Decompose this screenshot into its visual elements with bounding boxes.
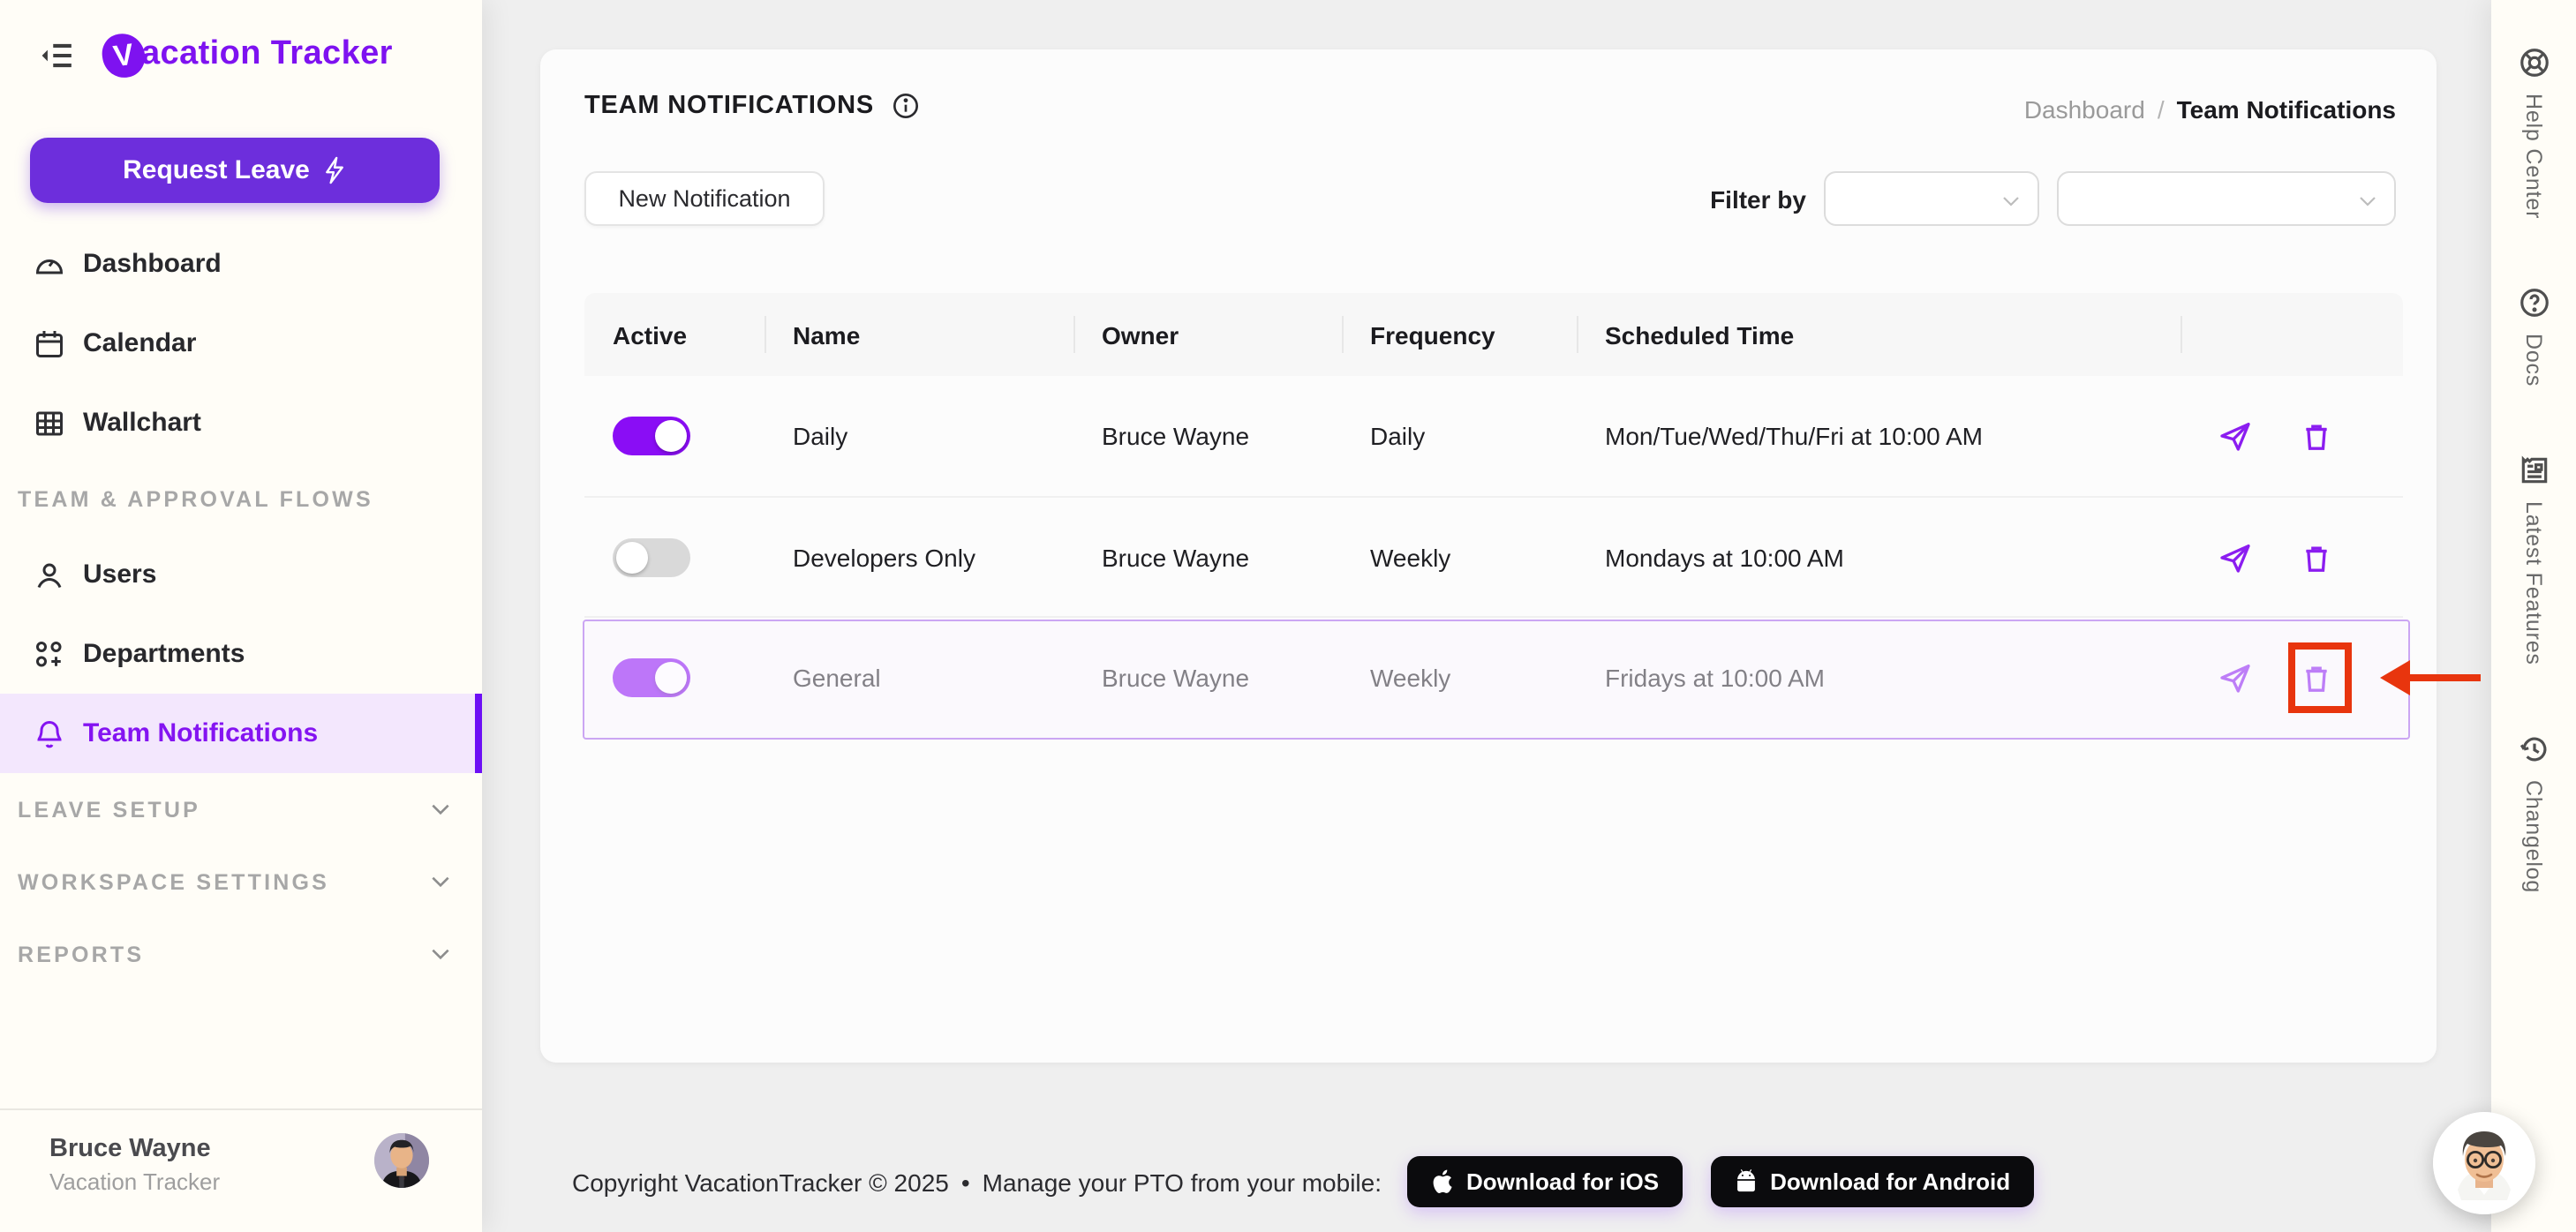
mobile-prompt-text: Manage your PTO from your mobile: [982, 1168, 1382, 1196]
col-frequency: Frequency [1342, 293, 1577, 376]
send-now-button[interactable] [2218, 418, 2253, 454]
departments-org-icon [34, 638, 65, 670]
breadcrumb: Dashboard / Team Notifications [2024, 95, 2396, 124]
grid-table-icon [34, 407, 65, 439]
apple-icon [1432, 1169, 1451, 1193]
cell-owner: Bruce Wayne [1102, 543, 1250, 571]
app-root: V acation Tracker Request Leave Dashboar… [0, 0, 2576, 1232]
cell-name: Developers Only [793, 543, 975, 571]
sidebar-nav: Dashboard Calendar Wallchart TEAM & APPR… [0, 224, 482, 990]
chevron-down-icon [429, 943, 452, 965]
docs-link[interactable]: Docs [2517, 286, 2550, 387]
bell-icon [34, 717, 65, 749]
sidebar-user-card[interactable]: Bruce Wayne Vacation Tracker [0, 1108, 482, 1232]
filter-row: Filter by [1710, 171, 2396, 226]
cell-name: Daily [793, 422, 848, 450]
breadcrumb-dashboard[interactable]: Dashboard [2024, 95, 2145, 124]
sidebar-item-team-notifications[interactable]: Team Notifications [0, 694, 482, 773]
delete-button[interactable] [2299, 418, 2334, 454]
table-row-general: General Bruce Wayne Weekly Fridays at 10… [584, 616, 2403, 736]
col-actions [2181, 293, 2403, 376]
question-circle-icon [2517, 286, 2550, 319]
collapse-menu-icon[interactable] [41, 38, 74, 71]
cell-owner: Bruce Wayne [1102, 663, 1250, 691]
newspaper-icon [2517, 454, 2550, 487]
send-now-button[interactable] [2218, 539, 2253, 575]
send-now-button[interactable] [2218, 659, 2253, 695]
sidebar-item-wallchart[interactable]: Wallchart [0, 383, 482, 462]
filter-by-label: Filter by [1710, 184, 1806, 213]
table-body: Daily Bruce Wayne Daily Mon/Tue/Wed/Thu/… [584, 376, 2403, 736]
cell-scheduled: Mon/Tue/Wed/Thu/Fri at 10:00 AM [1605, 422, 1983, 450]
cell-owner: Bruce Wayne [1102, 422, 1250, 450]
sidebar-item-users[interactable]: Users [0, 535, 482, 614]
sidebar-item-calendar[interactable]: Calendar [0, 304, 482, 383]
latest-features-link[interactable]: Latest Features [2517, 454, 2550, 665]
copyright-text: Copyright VacationTracker © 2025 [572, 1168, 949, 1196]
download-ios-button[interactable]: Download for iOS [1406, 1156, 1683, 1207]
col-active: Active [613, 320, 688, 349]
cell-frequency: Weekly [1370, 543, 1451, 571]
footer: Copyright VacationTracker © 2025 • Manag… [540, 1156, 2437, 1207]
lifebuoy-icon [2517, 46, 2550, 79]
support-avatar-face [2433, 1112, 2535, 1214]
request-leave-label: Request Leave [123, 155, 310, 185]
cell-scheduled: Mondays at 10:00 AM [1605, 543, 1844, 571]
sidebar: V acation Tracker Request Leave Dashboar… [0, 0, 482, 1232]
sidebar-top: V acation Tracker [0, 0, 482, 109]
help-center-link[interactable]: Help Center [2517, 46, 2550, 219]
delete-button[interactable] [2299, 539, 2334, 575]
calendar-icon [34, 327, 65, 359]
cell-name: General [793, 663, 881, 691]
sidebar-item-departments[interactable]: Departments [0, 614, 482, 694]
chevron-down-icon [429, 798, 452, 821]
android-icon [1736, 1169, 1755, 1192]
info-icon[interactable] [892, 92, 920, 120]
user-icon [34, 559, 65, 590]
active-toggle[interactable] [613, 657, 690, 696]
delete-button[interactable] [2299, 659, 2334, 695]
table-row-developers-only: Developers Only Bruce Wayne Weekly Monda… [584, 496, 2403, 616]
dashboard-gauge-icon [34, 248, 65, 280]
bullet-separator: • [960, 1168, 970, 1196]
active-toggle[interactable] [613, 417, 690, 455]
request-leave-button[interactable]: Request Leave [30, 138, 440, 203]
cell-frequency: Daily [1370, 422, 1426, 450]
cell-scheduled: Fridays at 10:00 AM [1605, 663, 1826, 691]
breadcrumb-current: Team Notifications [2176, 95, 2396, 124]
page-title: TEAM NOTIFICATIONS [584, 92, 875, 120]
col-name: Name [765, 293, 1073, 376]
section-team-approval-flows: TEAM & APPROVAL FLOWS [18, 486, 373, 511]
section-workspace-settings[interactable]: WORKSPACE SETTINGS [0, 845, 482, 918]
chevron-down-icon [429, 870, 452, 893]
support-chat-avatar[interactable] [2433, 1112, 2535, 1214]
col-owner: Owner [1073, 293, 1342, 376]
lightning-icon [327, 156, 344, 184]
chevron-down-icon [2000, 189, 2022, 210]
user-avatar [374, 1133, 429, 1188]
chevron-down-icon [2357, 189, 2378, 210]
section-reports[interactable]: REPORTS [0, 918, 482, 990]
changelog-link[interactable]: Changelog [2517, 732, 2550, 893]
notifications-table: Active Name Owner Frequency Scheduled Ti… [584, 293, 2403, 736]
active-toggle[interactable] [613, 537, 690, 576]
col-scheduled-time: Scheduled Time [1577, 293, 2181, 376]
breadcrumb-separator: / [2157, 95, 2165, 124]
table-row-daily: Daily Bruce Wayne Daily Mon/Tue/Wed/Thu/… [584, 376, 2403, 496]
new-notification-button[interactable]: New Notification [584, 171, 825, 226]
download-android-button[interactable]: Download for Android [1710, 1156, 2034, 1207]
filter-select-type[interactable] [1824, 171, 2039, 226]
vacation-tracker-logo[interactable]: V acation Tracker [99, 29, 393, 80]
cell-frequency: Weekly [1370, 663, 1451, 691]
team-notifications-card: TEAM NOTIFICATIONS Dashboard / Team Noti… [540, 49, 2481, 1063]
section-leave-setup[interactable]: LEAVE SETUP [0, 773, 482, 845]
logo-text: acation Tracker [141, 35, 393, 72]
utility-strip: Help Center Docs Latest Features Changel… [2491, 0, 2576, 1232]
table-header-row: Active Name Owner Frequency Scheduled Ti… [584, 293, 2403, 376]
sidebar-item-dashboard[interactable]: Dashboard [0, 224, 482, 304]
filter-select-value[interactable] [2057, 171, 2396, 226]
history-refresh-icon [2517, 732, 2550, 766]
